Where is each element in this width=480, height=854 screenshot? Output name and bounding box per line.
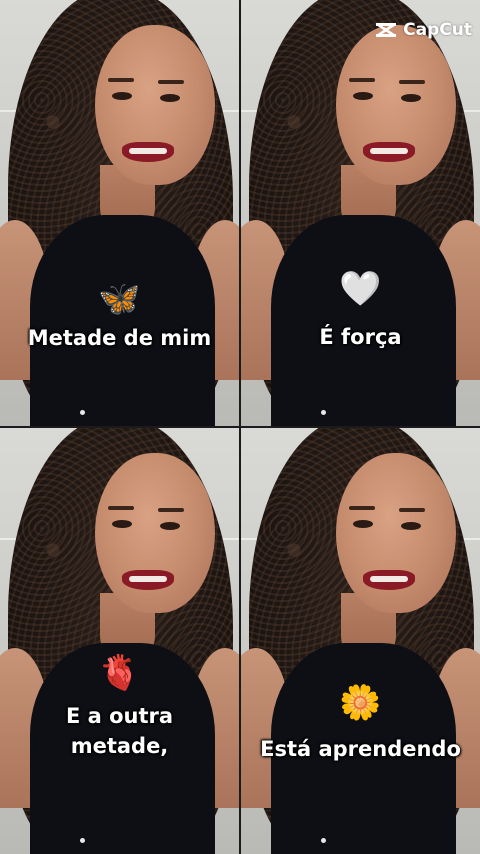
video-panel-1: 🦋 Metade de mim: [0, 0, 239, 426]
eye: [353, 520, 373, 528]
eyebrow: [158, 80, 184, 84]
eyebrow: [158, 508, 184, 512]
eyebrow: [399, 80, 425, 84]
video-panel-2: 🤍 É força CapCut: [241, 0, 480, 426]
eye: [112, 520, 132, 528]
eye: [353, 92, 373, 100]
video-panel-4: 🌼 Está aprendendo: [241, 428, 480, 854]
necklace-bead: [80, 410, 85, 415]
eye: [160, 522, 180, 530]
daisy-flower-icon: 🌼: [339, 683, 382, 723]
panel-divider: [239, 0, 241, 854]
eye: [401, 94, 421, 102]
video-collage: 🦋 Metade de mim 🤍 É força CapCut 🫀 E a o…: [0, 0, 480, 854]
anatomical-heart-icon: 🫀: [98, 653, 141, 693]
caption-text: E a outra metade,: [65, 704, 174, 758]
eyebrow: [399, 508, 425, 512]
watermark-text: CapCut: [403, 20, 472, 40]
butterfly-icon: 🦋: [98, 279, 141, 319]
necklace-bead: [80, 838, 85, 843]
eyebrow: [349, 506, 375, 510]
capcut-logo-icon: [376, 22, 397, 38]
caption-text: Está aprendendo: [260, 737, 461, 761]
black-top: [30, 215, 215, 426]
black-top: [271, 215, 456, 426]
eyebrow: [108, 506, 134, 510]
eye: [160, 94, 180, 102]
necklace-bead: [321, 838, 326, 843]
teeth: [370, 148, 408, 154]
video-panel-3: 🫀 E a outra metade,: [0, 428, 239, 854]
eye: [112, 92, 132, 100]
teeth: [129, 148, 167, 154]
white-heart-icon: 🤍: [339, 269, 382, 309]
caption-text: Metade de mim: [27, 326, 212, 350]
eye: [401, 522, 421, 530]
necklace-bead: [321, 410, 326, 415]
caption-text: É força: [319, 325, 402, 349]
capcut-watermark: CapCut: [375, 20, 472, 40]
teeth: [129, 576, 167, 582]
eyebrow: [349, 78, 375, 82]
teeth: [370, 576, 408, 582]
eyebrow: [108, 78, 134, 82]
